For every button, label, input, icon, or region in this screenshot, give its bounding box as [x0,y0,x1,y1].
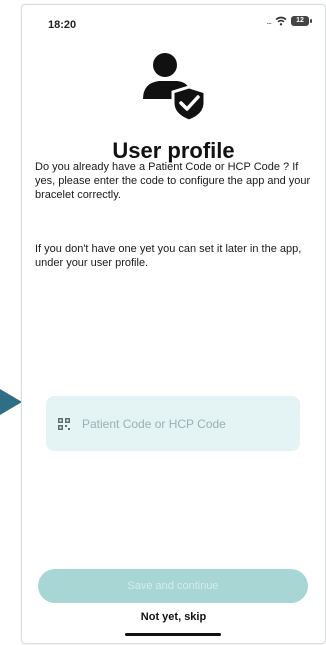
intro-text: Do you already have a Patient Code or HC… [35,161,311,201]
skip-button[interactable]: Not yet, skip [22,611,325,623]
signal-indicator: ... [266,16,271,26]
battery-level: 12 [296,17,304,24]
battery-icon: 12 [291,16,312,26]
qr-code-icon [58,417,70,430]
code-input[interactable]: Patient Code or HCP Code [46,396,300,451]
pointer-arrow-icon [0,389,22,415]
wifi-icon [275,16,287,26]
later-text: If you don't have one yet you can set it… [35,243,302,269]
status-time: 18:20 [48,19,77,31]
home-indicator[interactable] [125,633,221,636]
user-shield-icon [143,53,207,123]
code-placeholder: Patient Code or HCP Code [82,416,226,431]
status-icons: ... 12 [266,16,312,26]
phone-screen: 18:20 ... 12 User profile Do you already… [21,4,326,644]
save-continue-button[interactable]: Save and continue [38,569,308,603]
